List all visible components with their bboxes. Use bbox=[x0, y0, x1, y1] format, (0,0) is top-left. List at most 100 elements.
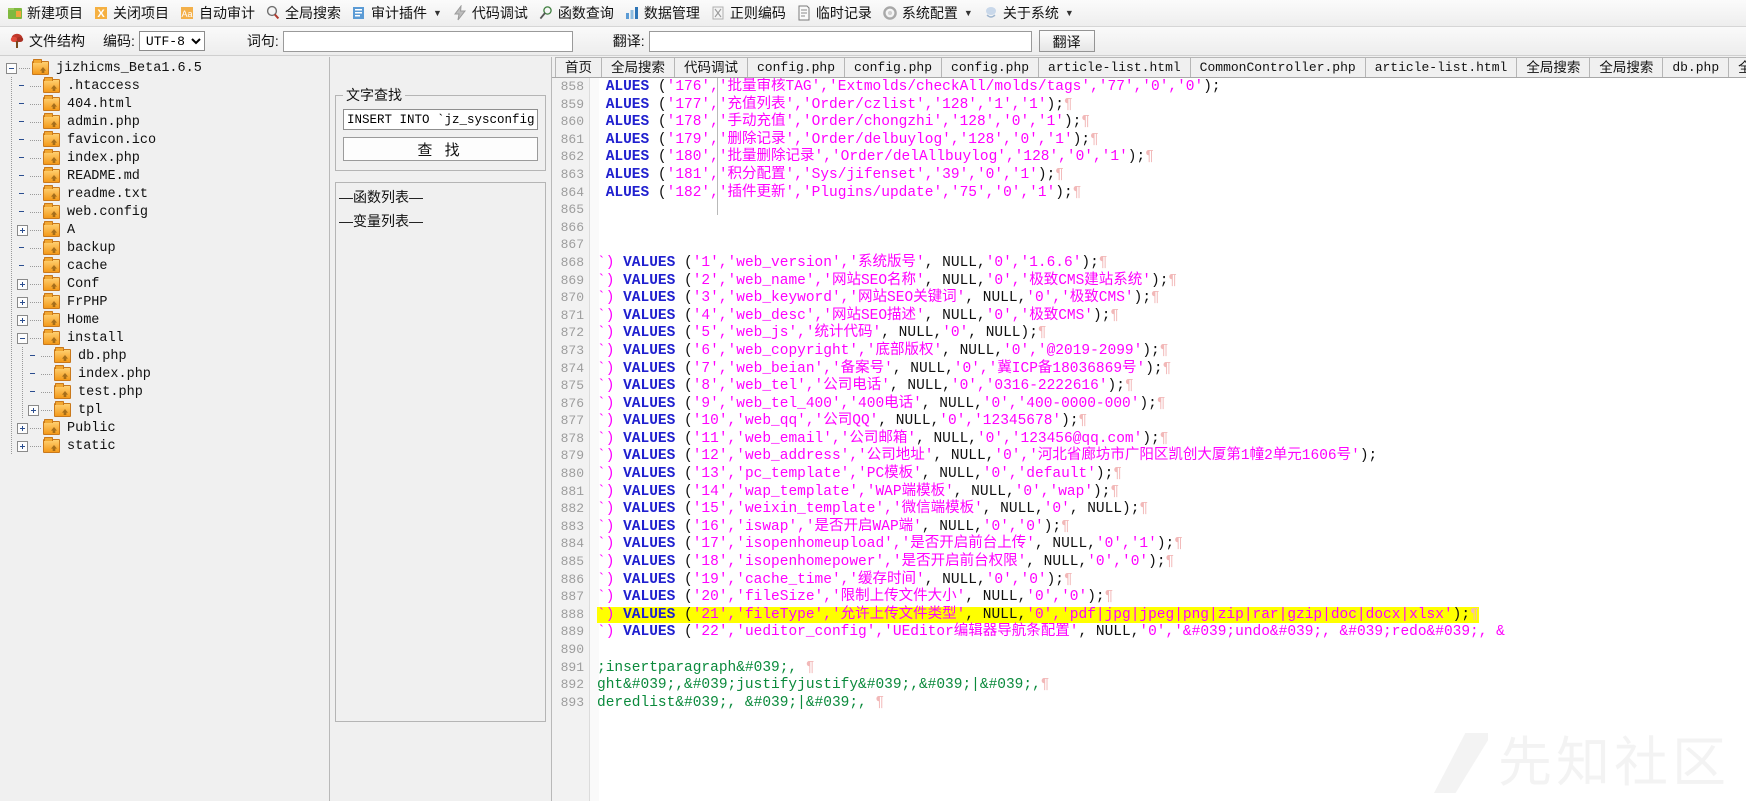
code-line[interactable]: 861 ALUES ('179','删除记录','Order/delbuylog… bbox=[552, 131, 1746, 149]
code-line[interactable]: 889 `) VALUES ('22','ueditor_config','UEd… bbox=[552, 623, 1746, 641]
code-line[interactable]: 877 `) VALUES ('10','web_qq','公司QQ', NULL… bbox=[552, 412, 1746, 430]
tree-node[interactable]: A bbox=[6, 221, 327, 239]
code-line[interactable]: 863 ALUES ('181','积分配置','Sys/jifenset','… bbox=[552, 166, 1746, 184]
editor-tab[interactable]: config.php bbox=[844, 57, 943, 77]
code-line[interactable]: 871 `) VALUES ('4','web_desc','网站SEO描述', … bbox=[552, 307, 1746, 325]
tree-node[interactable]: jizhicms_Beta1.6.5 bbox=[6, 59, 327, 77]
tree-collapse-toggle[interactable] bbox=[6, 62, 17, 74]
tree-node[interactable]: favicon.ico bbox=[6, 131, 327, 149]
file-structure-button[interactable]: 文件结构 bbox=[6, 30, 99, 53]
tree-expand-toggle[interactable] bbox=[17, 278, 28, 290]
code-line[interactable]: 859 ALUES ('177','充值列表','Order/czlist','… bbox=[552, 96, 1746, 114]
menu-item-9[interactable]: 正则编码 bbox=[707, 2, 793, 25]
phrase-input[interactable] bbox=[282, 30, 573, 52]
code-line[interactable]: 878 `) VALUES ('11','web_email','公司邮箱', N… bbox=[552, 430, 1746, 448]
editor-tab[interactable]: CommonController.php bbox=[1189, 57, 1366, 77]
symbol-list[interactable]: —函数列表— —变量列表— bbox=[335, 182, 546, 722]
tree-expand-toggle[interactable] bbox=[28, 404, 39, 416]
tree-node[interactable]: tpl bbox=[6, 401, 327, 419]
menu-item-7[interactable]: 函数查询 bbox=[535, 2, 621, 25]
menu-item-4[interactable]: 全局搜索 bbox=[262, 2, 348, 25]
tree-expand-toggle[interactable] bbox=[17, 422, 28, 434]
menu-item-11[interactable]: 系统配置 ▼ bbox=[879, 2, 980, 25]
editor-tab[interactable]: article-list.html bbox=[1364, 57, 1518, 77]
code-line[interactable]: 891 ;insertparagraph&#039;, ¶ bbox=[552, 659, 1746, 677]
menu-item-6[interactable]: 代码调试 bbox=[449, 2, 535, 25]
code-line[interactable]: 886 `) VALUES ('19','cache_time','缓存时间', … bbox=[552, 571, 1746, 589]
editor-tab[interactable]: 全局搜索 bbox=[1589, 57, 1664, 77]
file-tree[interactable]: jizhicms_Beta1.6.5 .htaccess 404.html admin… bbox=[6, 59, 327, 799]
editor-tab[interactable]: config.php bbox=[747, 57, 846, 77]
chevron-down-icon[interactable]: ▼ bbox=[964, 8, 973, 18]
editor-tab[interactable]: 首页 bbox=[555, 57, 602, 77]
menu-item-2[interactable]: X 关闭项目 bbox=[90, 2, 176, 25]
tree-node[interactable]: web.config bbox=[6, 203, 327, 221]
code-line[interactable]: 892 ght&#039;,&#039;justifyjustify&#039;,… bbox=[552, 676, 1746, 694]
translate-input[interactable] bbox=[648, 30, 1032, 52]
menu-item-1[interactable]: 新建项目 bbox=[4, 2, 90, 25]
translate-button[interactable]: 翻译 bbox=[1038, 30, 1095, 52]
symbol-list-item[interactable]: —变量列表— bbox=[338, 209, 545, 233]
tree-node[interactable]: db.php bbox=[6, 347, 327, 365]
chevron-down-icon[interactable]: ▼ bbox=[433, 8, 442, 18]
editor-tab[interactable]: db.php bbox=[1662, 57, 1730, 77]
symbol-list-item[interactable]: —函数列表— bbox=[338, 185, 545, 209]
tree-node[interactable]: README.md bbox=[6, 167, 327, 185]
code-line[interactable]: 883 `) VALUES ('16','iswap','是否开启WAP端', N… bbox=[552, 518, 1746, 536]
code-line[interactable]: 870 `) VALUES ('3','web_keyword','网站SEO关键… bbox=[552, 289, 1746, 307]
editor-tab[interactable]: 代码调试 bbox=[674, 57, 748, 77]
menu-item-3[interactable]: Aa 自动审计 bbox=[176, 2, 262, 25]
menu-item-12[interactable]: 关于系统 ▼ bbox=[980, 2, 1081, 25]
tree-expand-toggle[interactable] bbox=[17, 440, 28, 452]
editor-tab[interactable]: 全局搜索 bbox=[601, 57, 675, 77]
code-line[interactable]: 862 ALUES ('180','批量删除记录','Order/delAllb… bbox=[552, 148, 1746, 166]
tree-collapse-toggle[interactable] bbox=[17, 332, 28, 344]
code-line[interactable]: 876 `) VALUES ('9','web_tel_400','400电话',… bbox=[552, 395, 1746, 413]
tree-node[interactable]: Public bbox=[6, 419, 327, 437]
code-line[interactable]: 884 `) VALUES ('17','isopenhomeupload','是… bbox=[552, 535, 1746, 553]
tree-node[interactable]: FrPHP bbox=[6, 293, 327, 311]
tree-node[interactable]: static bbox=[6, 437, 327, 455]
code-line[interactable]: 882 `) VALUES ('15','weixin_template','微信… bbox=[552, 500, 1746, 518]
encoding-select[interactable]: UTF-8 bbox=[138, 31, 205, 51]
editor-tab[interactable]: 全局搜索 bbox=[1728, 57, 1746, 77]
tree-node[interactable]: Conf bbox=[6, 275, 327, 293]
code-line[interactable]: 893 deredlist&#039;, &#039;|&#039;, ¶ bbox=[552, 694, 1746, 712]
code-line[interactable]: 867 bbox=[552, 236, 1746, 254]
tree-node[interactable]: Home bbox=[6, 311, 327, 329]
find-text-input[interactable] bbox=[343, 109, 538, 130]
tree-expand-toggle[interactable] bbox=[17, 314, 28, 326]
code-line[interactable]: 873 `) VALUES ('6','web_copyright','底部版权'… bbox=[552, 342, 1746, 360]
code-line[interactable]: 890 bbox=[552, 641, 1746, 659]
editor-tab[interactable]: config.php bbox=[941, 57, 1040, 77]
editor-tab[interactable]: article-list.html bbox=[1038, 57, 1191, 77]
code-line[interactable]: 865 bbox=[552, 201, 1746, 219]
code-line[interactable]: 872 `) VALUES ('5','web_js','统计代码', NULL,… bbox=[552, 324, 1746, 342]
tree-node[interactable]: index.php bbox=[6, 149, 327, 167]
tree-node[interactable]: index.php bbox=[6, 365, 327, 383]
code-line[interactable]: 864 ALUES ('182','插件更新','Plugins/update'… bbox=[552, 184, 1746, 202]
code-line[interactable]: 875 `) VALUES ('8','web_tel','公司电话', NULL… bbox=[552, 377, 1746, 395]
code-line[interactable]: 868 `) VALUES ('1','web_version','系统版号', … bbox=[552, 254, 1746, 272]
code-line[interactable]: 887 `) VALUES ('20','fileSize','限制上传文件大小'… bbox=[552, 588, 1746, 606]
tree-expand-toggle[interactable] bbox=[17, 224, 28, 236]
code-text[interactable]: 858 ALUES ('176','批量审核TAG','Extmolds/che… bbox=[552, 78, 1746, 801]
find-button[interactable]: 查 找 bbox=[343, 137, 538, 161]
code-line[interactable]: 866 bbox=[552, 219, 1746, 237]
tree-node[interactable]: cache bbox=[6, 257, 327, 275]
tree-node[interactable]: .htaccess bbox=[6, 77, 327, 95]
tree-node[interactable]: install bbox=[6, 329, 327, 347]
menu-item-5[interactable]: 审计插件 ▼ bbox=[348, 2, 449, 25]
tree-node[interactable]: admin.php bbox=[6, 113, 327, 131]
editor-tabstrip[interactable]: 首页 全局搜索 代码调试 config.php config.php config.php… bbox=[552, 57, 1746, 78]
code-view[interactable]: 858 ALUES ('176','批量审核TAG','Extmolds/che… bbox=[552, 78, 1746, 801]
tree-node[interactable]: readme.txt bbox=[6, 185, 327, 203]
code-line[interactable]: 874 `) VALUES ('7','web_beian','备案号', NUL… bbox=[552, 360, 1746, 378]
chevron-down-icon[interactable]: ▼ bbox=[1065, 8, 1074, 18]
code-line[interactable]: 880 `) VALUES ('13','pc_template','PC模板',… bbox=[552, 465, 1746, 483]
code-line[interactable]: 869 `) VALUES ('2','web_name','网站SEO名称', … bbox=[552, 272, 1746, 290]
code-line[interactable]: 881 `) VALUES ('14','wap_template','WAP端模… bbox=[552, 483, 1746, 501]
tree-expand-toggle[interactable] bbox=[17, 296, 28, 308]
menu-item-8[interactable]: 数据管理 bbox=[621, 2, 707, 25]
tree-node[interactable]: test.php bbox=[6, 383, 327, 401]
